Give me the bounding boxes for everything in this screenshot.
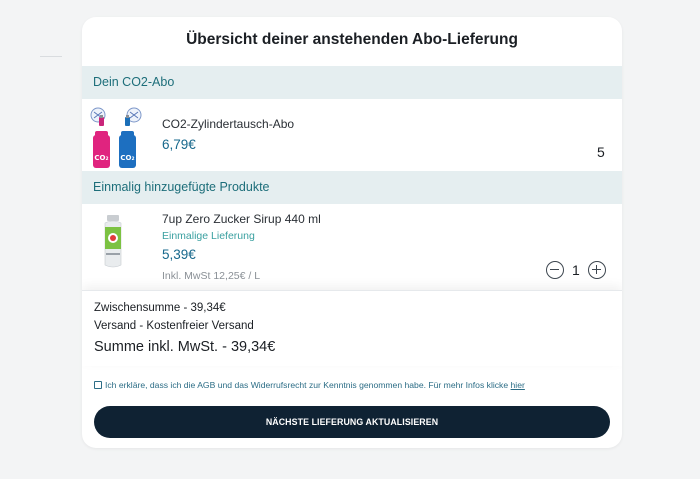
decrease-quantity-button[interactable] [546,261,564,279]
one-time-product-name: 7up Zero Zucker Sirup 440 ml [162,212,321,226]
order-summary: Zwischensumme - 39,34€ Versand - Kostenf… [82,290,622,366]
subscription-product-price: 6,79€ [162,137,196,152]
subtotal-line: Zwischensumme - 39,34€ [94,302,226,314]
terms-info-link[interactable]: hier [511,380,525,390]
section-one-time-header: Einmalig hinzugefügte Produkte [82,171,622,204]
page-title: Übersicht deiner anstehenden Abo-Lieferu… [186,31,518,48]
minus-icon [550,269,559,271]
co2-label-blue: CO₂ [120,154,134,162]
terms-checkbox[interactable] [94,381,102,389]
subscription-product-name: CO2-Zylindertausch-Abo [162,117,295,131]
increase-quantity-button[interactable] [588,261,606,279]
syrup-bottle-image [104,215,122,268]
one-time-delivery-note: Einmalige Lieferung [162,230,255,242]
shipping-line: Versand - Kostenfreier Versand [94,320,254,332]
terms-consent-text: Ich erkläre, dass ich die AGB und das Wi… [105,380,509,390]
subscription-quantity: 5 [597,144,605,160]
update-next-delivery-button[interactable]: NÄCHSTE LIEFERUNG AKTUALISIEREN [94,406,610,438]
co2-cylinders-image: CO₂ CO₂ [90,107,142,168]
one-time-product-price: 5,39€ [162,247,196,262]
delivery-summary-card: Übersicht deiner anstehenden Abo-Lieferu… [82,17,622,448]
background-divider [40,56,62,57]
co2-label-pink: CO₂ [94,154,108,162]
plus-icon-v [596,265,598,274]
one-time-unit-price: Inkl. MwSt 12,25€ / L [162,270,261,282]
section-subscription-header: Dein CO2-Abo [82,66,622,99]
one-time-quantity: 1 [572,262,580,278]
terms-consent: Ich erkläre, dass ich die AGB und das Wi… [94,380,525,390]
total-line: Summe inkl. MwSt. - 39,34€ [94,339,276,355]
